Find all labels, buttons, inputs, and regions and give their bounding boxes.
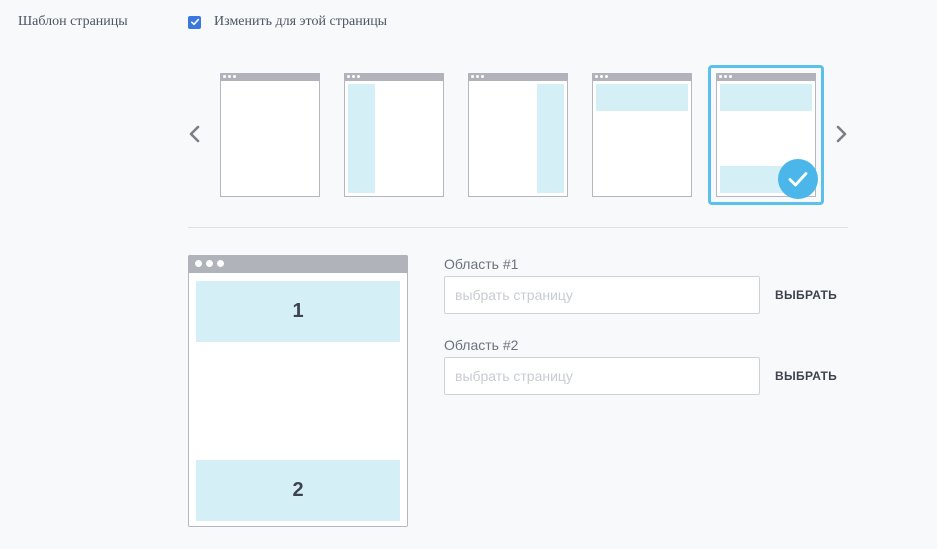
thumb-titlebar <box>592 73 692 81</box>
thumb-area <box>348 84 375 193</box>
override-checkbox[interactable] <box>188 15 201 29</box>
region-1-label: Область #1 <box>444 256 519 272</box>
template-row-label: Шаблон страницы <box>18 14 128 29</box>
region-1-select-button[interactable]: ВЫБРАТЬ <box>775 288 837 302</box>
layout-preview: 1 2 <box>188 255 408 527</box>
carousel-next-button[interactable] <box>832 123 852 145</box>
thumb-area <box>720 84 812 111</box>
checkmark-icon <box>190 18 199 26</box>
chevron-left-icon <box>189 125 200 143</box>
thumb-titlebar <box>220 73 320 81</box>
thumb-titlebar <box>468 73 568 81</box>
preview-titlebar <box>188 255 408 273</box>
layout-thumb-blank[interactable] <box>220 73 320 197</box>
layout-thumb-left-sidebar[interactable] <box>344 73 444 197</box>
region-2-select-button[interactable]: ВЫБРАТЬ <box>775 369 837 383</box>
region-2-label: Область #2 <box>444 337 519 353</box>
thumb-area <box>596 84 688 111</box>
preview-region-1: 1 <box>196 281 400 342</box>
region-2-page-input[interactable] <box>444 357 760 395</box>
preview-region-2: 2 <box>196 460 400 521</box>
layout-thumb-right-sidebar[interactable] <box>468 73 568 197</box>
layout-thumb-header[interactable] <box>592 73 692 197</box>
thumb-titlebar <box>344 73 444 81</box>
carousel-prev-button[interactable] <box>184 123 204 145</box>
override-checkbox-row[interactable]: Изменить для этой страницы <box>188 14 387 30</box>
thumb-area <box>537 84 564 193</box>
region-1-page-input[interactable] <box>444 276 760 314</box>
section-divider <box>188 227 848 228</box>
override-checkbox-label: Изменить для этой страницы <box>214 14 388 29</box>
selected-check-badge <box>778 159 818 199</box>
chevron-right-icon <box>836 125 847 143</box>
check-icon <box>788 172 808 187</box>
thumb-titlebar <box>716 73 816 81</box>
